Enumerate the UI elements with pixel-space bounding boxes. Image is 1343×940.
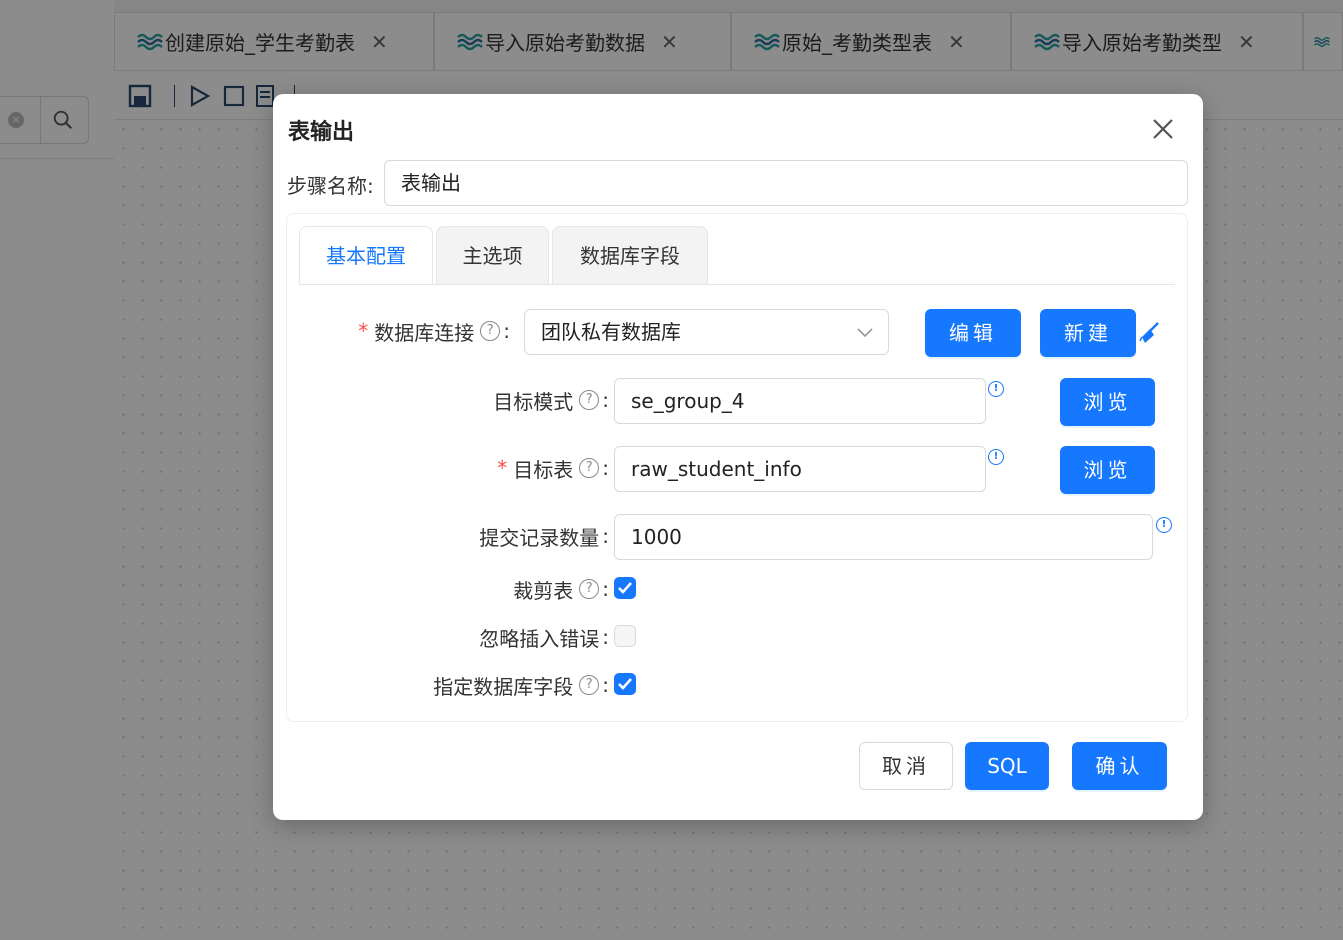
- commit-size-input[interactable]: 1000: [614, 514, 1153, 560]
- db-connection-label: * 数据库连接 ? :: [358, 319, 510, 345]
- browse-table-button[interactable]: 浏览: [1060, 446, 1155, 494]
- help-icon[interactable]: ?: [579, 390, 600, 410]
- sql-button[interactable]: SQL: [965, 742, 1049, 790]
- required-mark: *: [358, 319, 369, 343]
- info-icon[interactable]: !: [1156, 517, 1172, 533]
- required-mark: *: [497, 456, 508, 480]
- confirm-button[interactable]: 确认: [1072, 742, 1167, 790]
- cancel-button[interactable]: 取消: [859, 742, 953, 790]
- chevron-down-icon: [857, 328, 873, 338]
- step-name-label: 步骤名称:: [287, 174, 374, 198]
- help-icon[interactable]: ?: [579, 579, 600, 599]
- ignore-insert-errors-label: 忽略插入错误 :: [479, 625, 609, 651]
- check-icon: [618, 678, 632, 690]
- target-table-label: * 目标表 ? :: [497, 456, 609, 482]
- target-table-input[interactable]: raw_student_info: [614, 446, 986, 492]
- specify-db-fields-checkbox[interactable]: [614, 673, 636, 695]
- close-icon[interactable]: [1150, 116, 1176, 142]
- tab-basic-config[interactable]: 基本配置: [299, 226, 433, 284]
- edit-connection-button[interactable]: 编辑: [925, 309, 1021, 357]
- dialog-title: 表输出: [288, 120, 355, 145]
- tab-db-fields[interactable]: 数据库字段: [552, 226, 708, 284]
- tab-main-options[interactable]: 主选项: [436, 226, 549, 284]
- commit-size-label: 提交记录数量 :: [479, 524, 609, 550]
- db-connection-select[interactable]: 团队私有数据库: [524, 309, 889, 355]
- help-icon[interactable]: ?: [579, 458, 600, 478]
- step-name-input[interactable]: 表输出: [384, 160, 1188, 206]
- target-schema-label: 目标模式 ? :: [493, 388, 609, 414]
- table-output-dialog: 表输出 步骤名称: 表输出 基本配置 主选项 数据库字段 * 数据库连接 ? :…: [273, 94, 1203, 820]
- new-connection-button[interactable]: 新建: [1040, 309, 1136, 357]
- target-schema-input[interactable]: se_group_4: [614, 378, 986, 424]
- info-icon[interactable]: !: [988, 449, 1004, 465]
- config-panel: 基本配置 主选项 数据库字段 * 数据库连接 ? : 团队私有数据库 编辑 新建…: [286, 213, 1188, 722]
- help-icon[interactable]: ?: [579, 675, 600, 695]
- info-icon[interactable]: !: [988, 381, 1004, 397]
- specify-db-fields-label: 指定数据库字段 ? :: [433, 673, 609, 699]
- help-icon[interactable]: ?: [480, 321, 501, 341]
- truncate-table-checkbox[interactable]: [614, 577, 636, 599]
- ignore-insert-errors-checkbox[interactable]: [614, 625, 636, 647]
- browse-schema-button[interactable]: 浏览: [1060, 378, 1155, 426]
- broom-icon[interactable]: [1138, 321, 1162, 345]
- check-icon: [618, 582, 632, 594]
- truncate-table-label: 裁剪表 ? :: [513, 577, 609, 603]
